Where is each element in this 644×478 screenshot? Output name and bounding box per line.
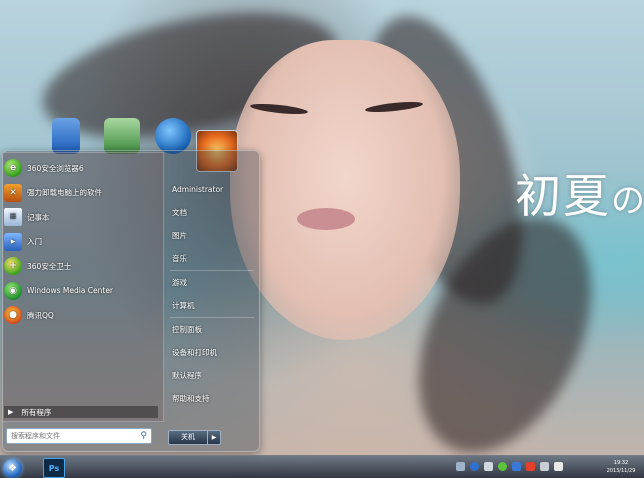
right-item-computer[interactable]: 计算机 [166, 294, 258, 317]
program-label: 腾讯QQ [27, 310, 54, 320]
shutdown-group: 关机 ▶ [168, 429, 221, 445]
media-center-icon: ◉ [4, 281, 22, 300]
shutdown-button[interactable]: 关机 [168, 429, 208, 445]
keyboard-icon[interactable] [456, 462, 465, 471]
program-label: Windows Media Center [27, 286, 114, 296]
triangle-right-icon: ▶ [211, 433, 217, 441]
right-item-control-panel[interactable]: 控制面板 [166, 318, 258, 341]
right-item-administrator[interactable]: Administrator [166, 178, 258, 201]
triangle-right-icon: ▶ [8, 408, 14, 416]
program-item-getting-started[interactable]: ▸ 入门 [4, 230, 160, 255]
right-item-default-programs[interactable]: 默认程序 [166, 364, 258, 387]
search-input[interactable] [11, 432, 129, 440]
network-icon[interactable] [540, 462, 549, 471]
taskbar-photoshop-button[interactable]: Ps [43, 458, 65, 478]
wallpaper-title: 初夏の [515, 160, 644, 226]
program-label: 360安全浏览器6 [27, 163, 84, 173]
program-label: 记事本 [27, 212, 50, 222]
help-icon[interactable] [470, 462, 479, 471]
notepad-icon: ≡ [4, 208, 22, 227]
program-item-360-guard[interactable]: + 360安全卫士 [4, 254, 160, 279]
qq-icon: ● [4, 306, 22, 325]
bluetooth-icon[interactable] [512, 462, 521, 471]
360-tray-icon[interactable] [498, 462, 507, 471]
program-label: 入门 [27, 237, 42, 247]
globe-icon[interactable] [155, 118, 191, 154]
system-tray [456, 462, 563, 471]
clock-time: 19:32 [613, 460, 629, 466]
program-item-qq[interactable]: ● 腾讯QQ [4, 303, 160, 328]
flag-icon[interactable] [526, 462, 535, 471]
show-hidden-icons-icon[interactable] [484, 462, 493, 471]
program-label: 360安全卫士 [27, 261, 72, 271]
photoshop-icon: Ps [48, 463, 60, 473]
start-search-box[interactable]: ⚲ [6, 428, 152, 444]
wallpaper-title-small: の [611, 181, 644, 221]
uninstall-icon: ✕ [4, 183, 22, 202]
wallpaper-face [230, 40, 460, 340]
program-item-360-browser[interactable]: e 360安全浏览器6 [4, 156, 160, 181]
windows-logo-icon: ❖ [8, 463, 17, 474]
search-icon[interactable]: ⚲ [140, 431, 147, 441]
start-button[interactable]: ❖ [3, 459, 22, 478]
right-item-pictures[interactable]: 图片 [166, 224, 258, 247]
all-programs-label: 所有程序 [21, 407, 52, 417]
volume-icon[interactable] [554, 462, 563, 471]
right-item-help-support[interactable]: 帮助和支持 [166, 387, 258, 410]
wallpaper-title-text: 初夏 [515, 169, 611, 223]
program-item-notepad[interactable]: ≡ 记事本 [4, 205, 160, 230]
wallpaper-lips [297, 208, 355, 230]
taskbar-clock[interactable]: 19:32 2013/11/29 [600, 459, 642, 475]
library-icon[interactable] [52, 118, 80, 154]
start-menu-right-pane: Administrator 文档 图片 音乐 游戏 计算机 控制面板 设备和打印… [166, 178, 258, 410]
right-item-documents[interactable]: 文档 [166, 201, 258, 224]
right-item-music[interactable]: 音乐 [166, 247, 258, 270]
shutdown-options-button[interactable]: ▶ [208, 429, 221, 445]
getting-started-icon: ▸ [4, 232, 22, 251]
computer-icon[interactable] [104, 118, 140, 154]
clock-date: 2013/11/29 [606, 468, 636, 474]
program-item-media-center[interactable]: ◉ Windows Media Center [4, 279, 160, 304]
360-guard-icon: + [4, 257, 22, 276]
program-label: 强力卸载电脑上的软件 [27, 188, 102, 198]
program-item-uninstaller[interactable]: ✕ 强力卸载电脑上的软件 [4, 181, 160, 206]
360-browser-icon: e [4, 159, 22, 178]
right-item-devices-printers[interactable]: 设备和打印机 [166, 341, 258, 364]
program-list: e 360安全浏览器6 ✕ 强力卸载电脑上的软件 ≡ 记事本 ▸ 入门 + 36… [4, 156, 160, 328]
all-programs-button[interactable]: ▶ 所有程序 [4, 405, 158, 418]
right-item-games[interactable]: 游戏 [166, 271, 258, 294]
